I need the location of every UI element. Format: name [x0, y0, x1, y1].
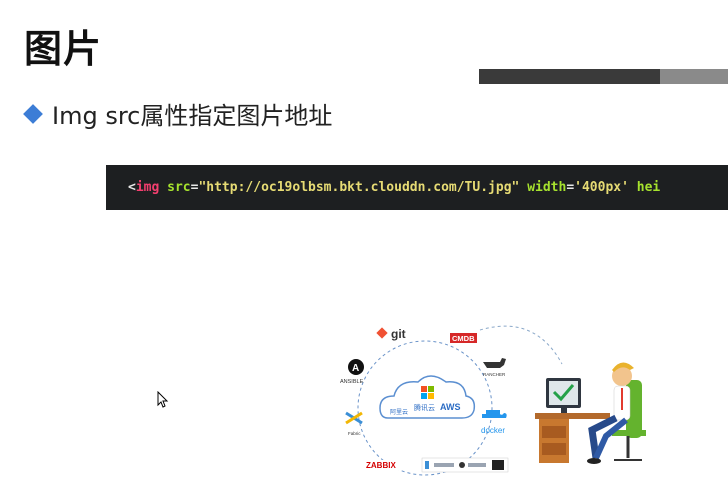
jenkins-icon	[492, 460, 504, 470]
aws-label: AWS	[440, 402, 461, 412]
elasticsearch-icon	[425, 461, 429, 469]
code-tag: img	[135, 180, 160, 195]
rancher-icon	[483, 358, 506, 368]
docker-whale-icon	[482, 410, 507, 418]
fabric-icon	[345, 411, 363, 425]
decorative-bar-dark	[479, 69, 660, 84]
ansible-mark-icon: A	[352, 363, 359, 374]
git-label: git	[391, 327, 406, 341]
ansible-label: ANSIBLE	[340, 379, 364, 385]
code-attr-width: width	[527, 180, 567, 195]
kafka-icon	[459, 462, 465, 468]
redis-icon	[468, 463, 486, 467]
code-open-bracket: <	[128, 180, 136, 195]
code-attr-truncated: hei	[636, 180, 661, 195]
code-src-value: "http://oc19olbsm.bkt.clouddn.com/TU.jpg…	[198, 180, 520, 195]
devops-illustration: 阿里云 腾讯云 AWS git CMDB A ANSIBLE RANCHER F…	[340, 325, 646, 476]
decorative-bar-light	[660, 69, 728, 84]
bullet-text: Img src属性指定图片地址	[52, 102, 333, 130]
git-icon	[376, 327, 388, 339]
code-equals: =	[190, 180, 199, 195]
logstash-icon	[434, 463, 454, 467]
code-block: < img src = "http://oc19olbsm.bkt.clouddn.c…	[106, 165, 728, 210]
diamond-bullet-icon	[23, 103, 43, 124]
rancher-label: RANCHER	[483, 372, 506, 377]
connector-arc	[479, 325, 563, 365]
cmdb-label: CMDB	[452, 334, 475, 343]
zabbix-label: ZABBIX	[366, 461, 396, 470]
code-equals: =	[566, 180, 575, 195]
tencent-label: 腾讯云	[414, 403, 435, 412]
docker-label: docker	[481, 426, 505, 435]
aliyun-label: 阿里云	[390, 408, 408, 416]
slide-title: 图片	[24, 27, 103, 71]
code-attr-src: src	[167, 180, 191, 195]
desk-worker-icon	[535, 362, 646, 464]
mouse-cursor-icon	[157, 391, 169, 408]
code-width-value: '400px'	[574, 180, 629, 195]
fabric-label: Fabric	[348, 431, 361, 436]
bullet-item: Img src属性指定图片地址	[23, 96, 333, 131]
